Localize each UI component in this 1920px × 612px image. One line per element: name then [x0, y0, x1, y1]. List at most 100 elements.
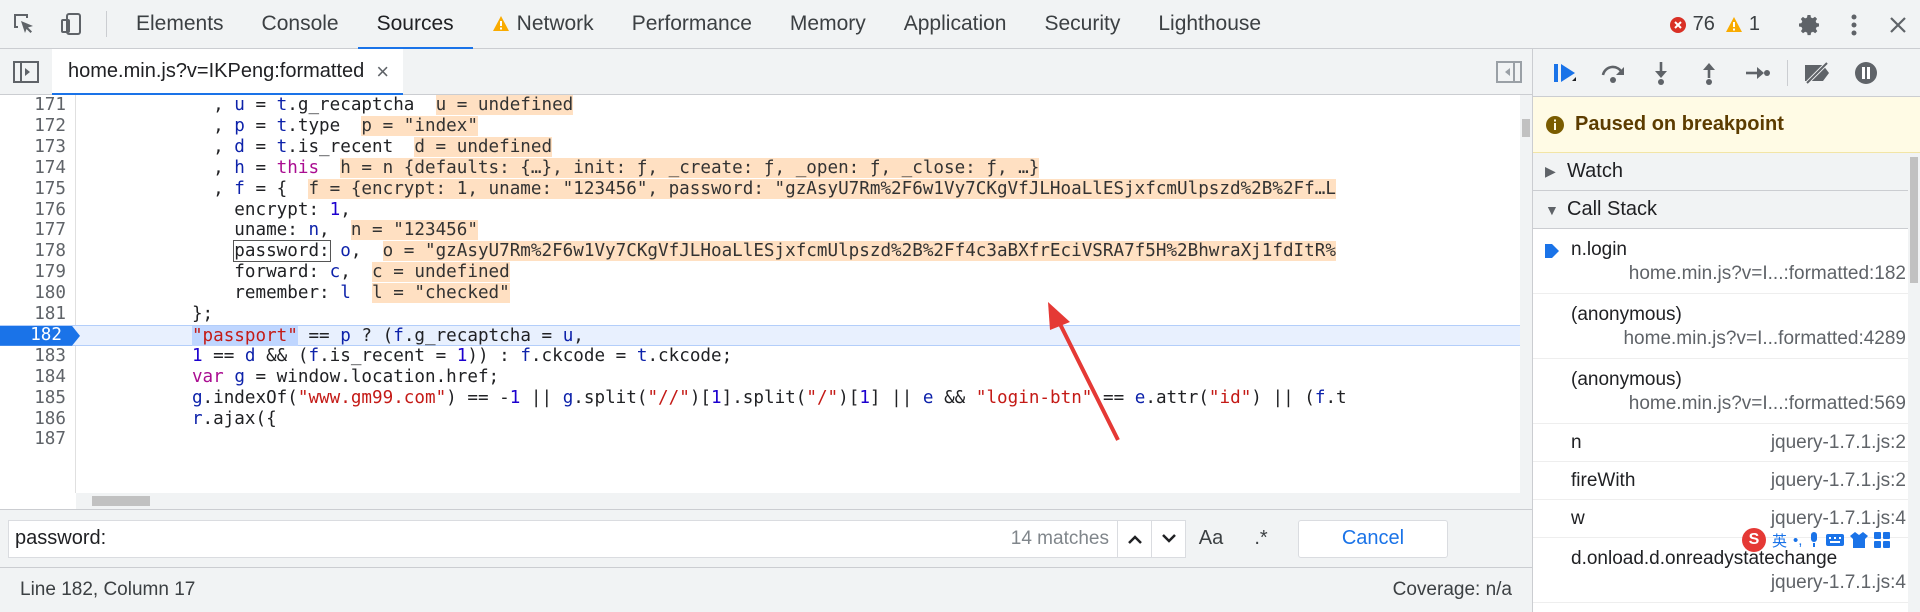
- find-input[interactable]: [9, 527, 1011, 550]
- settings-gear-icon[interactable]: [1788, 0, 1832, 49]
- skin-shirt-icon[interactable]: [1850, 532, 1869, 548]
- frame-location[interactable]: home.min.js?v=I...formatted:4289: [1571, 328, 1906, 350]
- regex-button[interactable]: .*: [1236, 527, 1286, 550]
- close-tab-icon[interactable]: ×: [376, 59, 389, 85]
- code-line[interactable]: 178 password: o, o = "gzAsyU7Rm%2F6w1Vy7…: [0, 240, 1520, 263]
- tab-memory[interactable]: Memory: [771, 0, 885, 49]
- code-line[interactable]: 173 , d = t.is_recent d = undefined: [0, 136, 1520, 158]
- line-number[interactable]: 187: [0, 429, 68, 450]
- scroll-thumb[interactable]: [1522, 119, 1530, 137]
- editor-horizontal-scrollbar[interactable]: [76, 493, 1520, 509]
- microphone-icon[interactable]: [1808, 532, 1820, 548]
- tab-performance[interactable]: Performance: [613, 0, 771, 49]
- tab-console[interactable]: Console: [243, 0, 358, 49]
- code-line[interactable]: 176 encrypt: 1,: [0, 200, 1520, 221]
- pause-on-exceptions-button[interactable]: [1842, 49, 1890, 97]
- close-devtools-icon[interactable]: [1876, 0, 1920, 49]
- resume-button[interactable]: [1541, 49, 1589, 97]
- code-line[interactable]: 182 "passport" == p ? (f.g_recaptcha = u…: [0, 324, 1520, 346]
- step-into-button[interactable]: [1637, 49, 1685, 97]
- line-number[interactable]: 171: [0, 95, 68, 116]
- inspect-element-icon[interactable]: [0, 0, 48, 48]
- code-line[interactable]: 183 1 == d && (f.is_recent = 1)) : f.ckc…: [0, 346, 1520, 367]
- ime-language[interactable]: 英: [1772, 530, 1787, 551]
- line-number[interactable]: 186: [0, 409, 68, 430]
- deactivate-breakpoints-button[interactable]: [1794, 49, 1842, 97]
- find-next-button[interactable]: [1151, 520, 1185, 557]
- coverage-status[interactable]: Coverage: n/a: [1393, 579, 1512, 601]
- call-frame[interactable]: (anonymous) home.min.js?v=I...:formatted:…: [1533, 359, 1920, 424]
- keyboard-icon[interactable]: [1826, 533, 1845, 547]
- line-number[interactable]: 181: [0, 304, 68, 325]
- line-number[interactable]: 183: [0, 346, 68, 367]
- tab-lighthouse[interactable]: Lighthouse: [1139, 0, 1280, 49]
- toolbox-grid-icon[interactable]: [1874, 532, 1891, 548]
- tab-elements[interactable]: Elements: [117, 0, 243, 49]
- tab-network[interactable]: Network: [473, 0, 613, 49]
- code-line[interactable]: 185 g.indexOf("www.gm99.com") == -1 || g…: [0, 388, 1520, 409]
- line-number[interactable]: 176: [0, 200, 68, 221]
- frame-location[interactable]: home.min.js?v=I...:formatted:569: [1571, 393, 1906, 415]
- tab-label: Console: [261, 12, 339, 35]
- code-line[interactable]: 181 };: [0, 304, 1520, 325]
- device-toolbar-icon[interactable]: [48, 0, 96, 48]
- code-line[interactable]: 175 , f = { f = {encrypt: 1, uname: "123…: [0, 178, 1520, 200]
- code-line[interactable]: 186 r.ajax({: [0, 409, 1520, 430]
- line-number[interactable]: 179: [0, 262, 68, 283]
- code-token: "www.gm99.com": [297, 387, 447, 408]
- editor-vertical-scrollbar[interactable]: [1520, 95, 1532, 509]
- watch-section-header[interactable]: ▶ Watch: [1533, 153, 1920, 191]
- code-line[interactable]: 177 uname: n, n = "123456": [0, 220, 1520, 241]
- step-over-button[interactable]: [1589, 49, 1637, 97]
- code-line[interactable]: 184 var g = window.location.href;: [0, 367, 1520, 388]
- issue-counts[interactable]: 76 1: [1669, 13, 1770, 36]
- tab-label: Memory: [789, 12, 866, 35]
- frame-location[interactable]: home.min.js?v=I...:formatted:182: [1571, 263, 1906, 285]
- cancel-button[interactable]: Cancel: [1298, 519, 1448, 558]
- more-options-icon[interactable]: [1832, 0, 1876, 49]
- frame-location[interactable]: jquery-1.7.1.js:2: [1771, 470, 1906, 492]
- tab-application[interactable]: Application: [885, 0, 1026, 49]
- ime-toolbar[interactable]: S 英 •,: [1742, 526, 1912, 554]
- line-number[interactable]: 185: [0, 388, 68, 409]
- toggle-navigator-icon[interactable]: [0, 49, 52, 95]
- match-case-button[interactable]: Aa: [1186, 527, 1236, 550]
- file-tab-home-min-js[interactable]: home.min.js?v=IKPeng:formatted ×: [52, 48, 404, 96]
- tab-sources[interactable]: Sources: [357, 0, 473, 50]
- code-line[interactable]: 174 , h = this h = n {defaults: {…}, ini…: [0, 157, 1520, 179]
- step-button[interactable]: [1733, 49, 1781, 97]
- line-number[interactable]: 177: [0, 220, 68, 241]
- line-number[interactable]: 173: [0, 137, 68, 158]
- scroll-thumb[interactable]: [92, 496, 150, 506]
- call-frame[interactable]: fireWith jquery-1.7.1.js:2: [1533, 462, 1920, 500]
- code-line[interactable]: 187: [0, 429, 1520, 450]
- code-line[interactable]: 172 , p = t.type p = "index": [0, 115, 1520, 137]
- call-stack-section-header[interactable]: ▼ Call Stack: [1533, 191, 1920, 229]
- line-number[interactable]: 175: [0, 179, 68, 200]
- scroll-thumb[interactable]: [1910, 157, 1918, 283]
- line-number[interactable]: 174: [0, 158, 68, 179]
- frame-location[interactable]: jquery-1.7.1.js:2: [1771, 432, 1906, 454]
- line-number[interactable]: 180: [0, 283, 68, 304]
- call-frame[interactable]: n jquery-1.7.1.js:2: [1533, 424, 1920, 462]
- line-number[interactable]: 184: [0, 367, 68, 388]
- code-line[interactable]: 179 forward: c, c = undefined: [0, 262, 1520, 283]
- breakpoint-marker[interactable]: 182: [0, 325, 80, 346]
- punctuation-icon[interactable]: •,: [1793, 532, 1802, 549]
- line-number[interactable]: 178: [0, 241, 68, 262]
- toggle-debugger-sidebar[interactable]: [1496, 49, 1522, 95]
- code-line[interactable]: 180 remember: l l = "checked": [0, 283, 1520, 304]
- tab-security[interactable]: Security: [1025, 0, 1139, 49]
- find-previous-button[interactable]: [1117, 520, 1151, 557]
- step-out-button[interactable]: [1685, 49, 1733, 97]
- line-number[interactable]: 172: [0, 116, 68, 137]
- call-frame[interactable]: (anonymous) home.min.js?v=I...formatted:4…: [1533, 294, 1920, 359]
- call-frame[interactable]: n.login home.min.js?v=I...:formatted:182: [1533, 229, 1920, 294]
- frame-location[interactable]: jquery-1.7.1.js:4: [1571, 572, 1906, 594]
- code-line[interactable]: 171 , u = t.g_recaptcha u = undefined: [0, 95, 1520, 116]
- code-editor[interactable]: 171 , u = t.g_recaptcha u = undefined 172…: [0, 95, 1520, 493]
- toggle-sidebar-icon[interactable]: [1496, 61, 1522, 83]
